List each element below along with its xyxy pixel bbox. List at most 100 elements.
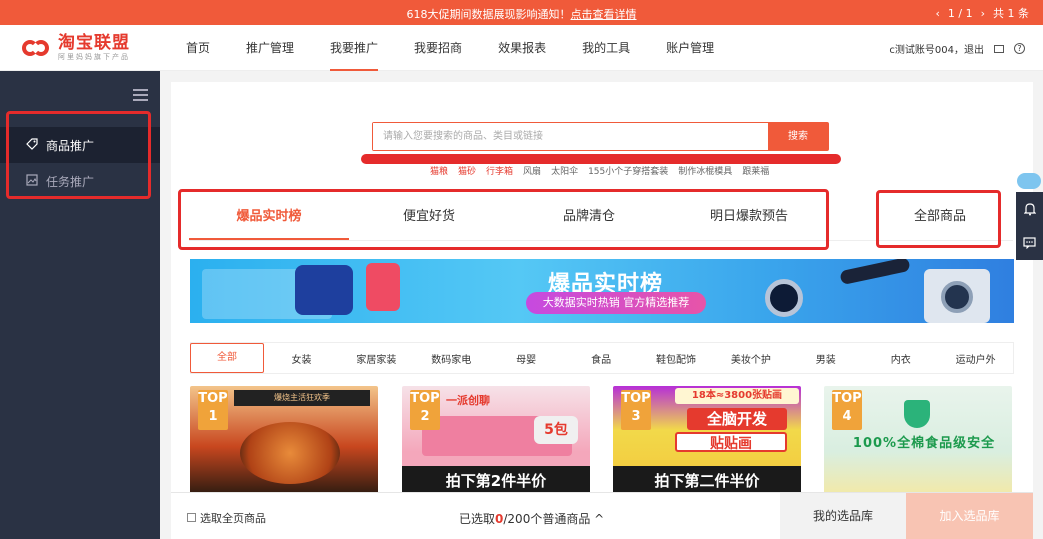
category-item[interactable]: 数码家电 (414, 351, 489, 366)
search-button[interactable]: 搜索 (768, 123, 828, 150)
tab-hot-realtime[interactable]: 爆品实时榜 (189, 200, 349, 240)
user-account[interactable]: c测试账号004，退出 (889, 41, 984, 56)
selected-suffix: /200个普通商品 (503, 512, 591, 526)
nav-tools[interactable]: 我的工具 (582, 25, 630, 71)
category-bar: 全部 女装 家居家装 数码家电 母婴 食品 鞋包配饰 美妆个护 男装 内衣 运动… (190, 342, 1014, 374)
hot-word[interactable]: 行李箱 (486, 164, 513, 177)
product-card[interactable]: TOP 1 爆烧主活狂欢季 (190, 386, 378, 496)
search-input[interactable] (373, 123, 768, 150)
main-panel: 搜索 猫粮 猫砂 行李箱 风扇 太阳伞 155小个子穿搭套装 制作冰棍模具 跟莱… (171, 82, 1033, 539)
bottom-selection-bar: 选取全页商品 已选取0/200个普通商品 ^ 我的选品库 加入选品库 (171, 492, 1033, 539)
nav-recruit[interactable]: 我要招商 (414, 25, 462, 71)
tab-brand-clearance[interactable]: 品牌清仓 (509, 200, 669, 240)
chevron-right-icon[interactable]: › (981, 7, 985, 20)
bottle-icon (366, 263, 400, 311)
menu-icon[interactable] (133, 89, 148, 101)
product-card[interactable]: TOP 3 18本≈3800张贴画 全脑开发 贴贴画 拍下第二件半价 (613, 386, 801, 496)
banner-subtitle: 大数据实时热销 官方精选推荐 (526, 292, 706, 314)
category-all[interactable]: 全部 (190, 343, 264, 373)
nav-promo-manage[interactable]: 推广管理 (246, 25, 294, 71)
notice-total: 共 1 条 (993, 7, 1029, 20)
logo-subtitle: 阿里妈妈旗下产品 (58, 53, 130, 61)
checkbox-icon (187, 512, 196, 525)
bell-icon[interactable] (1016, 192, 1043, 226)
hot-word[interactable]: 太阳伞 (551, 164, 578, 177)
mascot-icon[interactable] (1017, 173, 1041, 189)
hot-word[interactable]: 猫粮 (430, 164, 448, 177)
floating-toolbar (1016, 192, 1043, 260)
product-card[interactable]: TOP 4 100%全棉食品级安全 (824, 386, 1012, 496)
user-area: c测试账号004，退出 ? (889, 41, 1025, 56)
notice-bar: 618大促期间数据展现影响通知！点击查看详情 ‹ 1 / 1 › 共 1 条 (0, 0, 1043, 25)
handbag-icon (295, 265, 353, 315)
add-to-library-button[interactable]: 加入选品库 (906, 493, 1033, 539)
speaker-icon (765, 279, 803, 317)
chevron-up-icon: ^ (590, 512, 605, 526)
nav-home[interactable]: 首页 (186, 25, 210, 71)
product-badge: 爆烧主活狂欢季 (234, 390, 370, 406)
category-item[interactable]: 内衣 (863, 351, 938, 366)
nav-promote[interactable]: 我要推广 (330, 25, 379, 71)
category-item[interactable]: 食品 (564, 351, 639, 366)
sidebar-item-label: 商品推广 (46, 138, 95, 153)
sidebar-item-label: 任务推广 (46, 174, 95, 189)
search-box: 搜索 (372, 122, 829, 151)
annotation-underline (361, 154, 841, 164)
selection-count[interactable]: 已选取0/200个普通商品 ^ (459, 510, 604, 527)
nav-reports[interactable]: 效果报表 (498, 25, 546, 71)
category-item[interactable]: 男装 (788, 351, 863, 366)
hot-word[interactable]: 跟莱福 (742, 164, 769, 177)
mail-icon[interactable] (994, 44, 1004, 53)
picture-icon (26, 173, 38, 189)
logo[interactable]: 淘宝联盟 阿里妈妈旗下产品 (22, 33, 130, 62)
hair-dryer-icon (839, 259, 911, 286)
select-all-label: 选取全页商品 (200, 512, 266, 525)
hot-words: 猫粮 猫砂 行李箱 风扇 太阳伞 155小个子穿搭套装 制作冰棍模具 跟莱福 (430, 164, 769, 177)
category-item[interactable]: 女装 (264, 351, 339, 366)
chevron-left-icon[interactable]: ‹ (935, 7, 939, 20)
product-title: 全脑开发 (687, 408, 787, 430)
my-library-button[interactable]: 我的选品库 (780, 493, 906, 539)
tag-icon (26, 137, 38, 153)
hot-banner[interactable]: 爆品实时榜 大数据实时热销 官方精选推荐 (190, 259, 1014, 323)
rank-badge: TOP 2 (410, 390, 440, 430)
pack-count: 5包 (534, 416, 578, 444)
rank-badge: TOP 4 (832, 390, 862, 430)
category-item[interactable]: 鞋包配饰 (639, 351, 714, 366)
noodle-image (240, 422, 340, 484)
tab-tomorrow-preview[interactable]: 明日爆款预告 (669, 200, 829, 240)
notice-text: 618大促期间数据展现影响通知！ (406, 8, 571, 21)
category-item[interactable]: 美妆个护 (713, 351, 788, 366)
notice-page: 1 / 1 (947, 6, 973, 20)
chat-icon[interactable] (1016, 226, 1043, 260)
tab-cheap-goods[interactable]: 便宜好货 (349, 200, 509, 240)
hot-word[interactable]: 风扇 (523, 164, 541, 177)
product-brand: 一派创聊 (446, 394, 490, 407)
tab-bar: 爆品实时榜 便宜好货 品牌清仓 明日爆款预告 (189, 200, 829, 240)
hot-word[interactable]: 猫砂 (458, 164, 476, 177)
hot-word[interactable]: 制作冰棍模具 (678, 164, 732, 177)
rank-badge: TOP 3 (621, 390, 651, 430)
tab-all-products[interactable]: 全部商品 (882, 200, 998, 234)
logo-mark-icon (22, 37, 52, 59)
notice-message: 618大促期间数据展现影响通知！点击查看详情 (0, 6, 1043, 22)
product-slogan: 100%全棉食品级安全 (852, 436, 996, 451)
sidebar-item-product-promo[interactable]: 商品推广 (0, 127, 160, 163)
nav-account[interactable]: 账户管理 (666, 25, 714, 71)
tab-divider (189, 240, 1013, 241)
product-header: 18本≈3800张贴画 (675, 388, 799, 404)
product-card[interactable]: TOP 2 一派创聊 5包 拍下第2件半价 (402, 386, 590, 496)
help-icon[interactable]: ? (1014, 43, 1025, 54)
notice-pager: ‹ 1 / 1 › 共 1 条 (935, 5, 1029, 21)
product-title-secondary: 贴贴画 (675, 432, 787, 452)
category-item[interactable]: 运动户外 (938, 351, 1013, 366)
category-item[interactable]: 母婴 (489, 351, 564, 366)
notice-link[interactable]: 点击查看详情 (571, 8, 637, 21)
washing-machine-icon (924, 269, 990, 323)
logo-title: 淘宝联盟 (58, 33, 130, 53)
select-all-toggle[interactable]: 选取全页商品 (187, 510, 266, 526)
category-item[interactable]: 家居家装 (339, 351, 414, 366)
product-grid: TOP 1 爆烧主活狂欢季 TOP 2 一派创聊 5包 拍下第2件半价 TOP … (190, 386, 1014, 496)
hot-word[interactable]: 155小个子穿搭套装 (588, 164, 668, 177)
sidebar-item-task-promo[interactable]: 任务推广 (0, 163, 160, 199)
